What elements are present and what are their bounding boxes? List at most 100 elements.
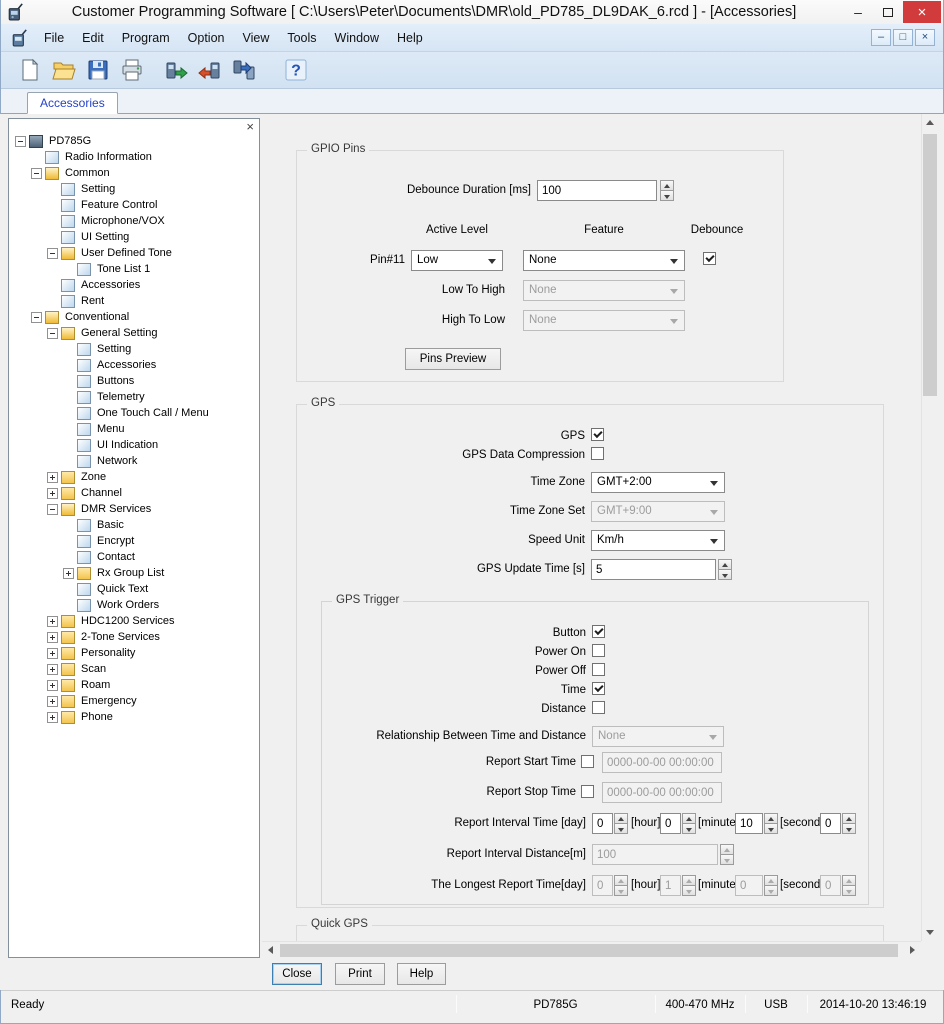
menu-option[interactable]: Option — [179, 27, 234, 49]
menu-edit[interactable]: Edit — [73, 27, 113, 49]
tree-item-pd785g[interactable]: PD785G — [10, 133, 258, 149]
collapse-icon[interactable] — [31, 168, 42, 179]
scroll-right-button[interactable] — [904, 942, 921, 958]
tree-panel-close-icon[interactable]: × — [246, 120, 254, 133]
collapse-icon[interactable] — [47, 248, 58, 259]
menu-file[interactable]: File — [35, 27, 73, 49]
expand-icon[interactable] — [47, 712, 58, 723]
horizontal-scroll-thumb[interactable] — [280, 944, 898, 957]
trigger-power-on-checkbox[interactable] — [592, 644, 605, 657]
gps-update-time-input[interactable] — [591, 559, 716, 580]
tree-item-personality[interactable]: Personality — [10, 645, 258, 661]
expand-icon[interactable] — [47, 616, 58, 627]
tab-accessories[interactable]: Accessories — [27, 92, 118, 114]
interval-day-spinner[interactable] — [614, 813, 628, 834]
mdi-close-button[interactable]: × — [915, 29, 935, 46]
close-window-button[interactable]: × — [903, 1, 941, 23]
tree-item-encrypt[interactable]: Encrypt — [10, 533, 258, 549]
mdi-minimize-button[interactable]: – — [871, 29, 891, 46]
collapse-icon[interactable] — [31, 312, 42, 323]
tree-item-feature-control[interactable]: Feature Control — [10, 197, 258, 213]
spin-down-icon[interactable] — [660, 190, 674, 201]
tree-item-menu[interactable]: Menu — [10, 421, 258, 437]
expand-icon[interactable] — [47, 664, 58, 675]
interval-day-input[interactable] — [592, 813, 613, 834]
vertical-scrollbar[interactable] — [921, 114, 937, 941]
tree-item-contact[interactable]: Contact — [10, 549, 258, 565]
pin11-feature-select[interactable]: None — [523, 250, 685, 271]
tree-item-channel[interactable]: Channel — [10, 485, 258, 501]
tree-item-ui-setting[interactable]: UI Setting — [10, 229, 258, 245]
menu-program[interactable]: Program — [113, 27, 179, 49]
tree-item-user-defined-tone[interactable]: User Defined Tone — [10, 245, 258, 261]
expand-icon[interactable] — [47, 648, 58, 659]
tree-item-buttons[interactable]: Buttons — [10, 373, 258, 389]
help-button[interactable]: ? — [281, 55, 311, 85]
trigger-distance-checkbox[interactable] — [592, 701, 605, 714]
expand-icon[interactable] — [47, 488, 58, 499]
tree-item-microphone-vox[interactable]: Microphone/VOX — [10, 213, 258, 229]
tree-item-setting[interactable]: Setting — [10, 181, 258, 197]
tree-item-radio-information[interactable]: Radio Information — [10, 149, 258, 165]
expand-icon[interactable] — [47, 696, 58, 707]
tree-item-tone-list-1[interactable]: Tone List 1 — [10, 261, 258, 277]
tree-item-emergency[interactable]: Emergency — [10, 693, 258, 709]
spin-down-icon[interactable] — [718, 569, 732, 580]
interval-minute-input[interactable] — [735, 813, 763, 834]
print-button[interactable] — [117, 55, 147, 85]
scroll-left-button[interactable] — [262, 942, 279, 958]
mdi-restore-button[interactable]: □ — [893, 29, 913, 46]
collapse-icon[interactable] — [47, 328, 58, 339]
horizontal-scrollbar[interactable] — [262, 941, 921, 957]
tree-item-scan[interactable]: Scan — [10, 661, 258, 677]
menu-tools[interactable]: Tools — [278, 27, 325, 49]
tree-item-basic[interactable]: Basic — [10, 517, 258, 533]
clone-radio-button[interactable] — [229, 55, 259, 85]
tree-item-accessories[interactable]: Accessories — [10, 277, 258, 293]
interval-hour-spinner[interactable] — [682, 813, 696, 834]
vertical-scroll-thumb[interactable] — [923, 134, 937, 396]
collapse-icon[interactable] — [15, 136, 26, 147]
report-start-time-checkbox[interactable] — [581, 755, 594, 768]
report-stop-time-checkbox[interactable] — [581, 785, 594, 798]
tree-item-telemetry[interactable]: Telemetry — [10, 389, 258, 405]
tree-item-network[interactable]: Network — [10, 453, 258, 469]
tree-item-hdc1200-services[interactable]: HDC1200 Services — [10, 613, 258, 629]
tree-item-ui-indication[interactable]: UI Indication — [10, 437, 258, 453]
expand-icon[interactable] — [63, 568, 74, 579]
new-file-button[interactable] — [15, 55, 45, 85]
close-button[interactable]: Close — [272, 963, 322, 985]
tree-item-dmr-services[interactable]: DMR Services — [10, 501, 258, 517]
maximize-button[interactable] — [873, 1, 903, 23]
speed-unit-select[interactable]: Km/h — [591, 530, 725, 551]
trigger-power-off-checkbox[interactable] — [592, 663, 605, 676]
scroll-down-button[interactable] — [922, 924, 938, 941]
spin-down-icon[interactable] — [842, 823, 856, 834]
menu-view[interactable]: View — [233, 27, 278, 49]
scroll-up-button[interactable] — [922, 114, 938, 131]
interval-second-input[interactable] — [820, 813, 841, 834]
tree-item-conventional[interactable]: Conventional — [10, 309, 258, 325]
gps-update-time-spinner[interactable] — [718, 559, 732, 580]
tree-item-general-setting[interactable]: General Setting — [10, 325, 258, 341]
tree-item-rx-group-list[interactable]: Rx Group List — [10, 565, 258, 581]
open-file-button[interactable] — [49, 55, 79, 85]
help-button-footer[interactable]: Help — [397, 963, 446, 985]
tree-item-2-tone-services[interactable]: 2-Tone Services — [10, 629, 258, 645]
time-zone-select[interactable]: GMT+2:00 — [591, 472, 725, 493]
debounce-duration-spinner[interactable] — [660, 180, 674, 201]
menu-help[interactable]: Help — [388, 27, 432, 49]
tree-item-rent[interactable]: Rent — [10, 293, 258, 309]
menu-window[interactable]: Window — [326, 27, 388, 49]
spin-down-icon[interactable] — [614, 823, 628, 834]
tree-item-roam[interactable]: Roam — [10, 677, 258, 693]
gps-checkbox[interactable] — [591, 428, 604, 441]
tree-item-one-touch-call-menu[interactable]: One Touch Call / Menu — [10, 405, 258, 421]
trigger-button-checkbox[interactable] — [592, 625, 605, 638]
tree-item-work-orders[interactable]: Work Orders — [10, 597, 258, 613]
print-button-footer[interactable]: Print — [335, 963, 385, 985]
pins-preview-button[interactable]: Pins Preview — [405, 348, 501, 370]
tree-item-setting[interactable]: Setting — [10, 341, 258, 357]
gps-data-compression-checkbox[interactable] — [591, 447, 604, 460]
pin11-active-level-select[interactable]: Low — [411, 250, 503, 271]
